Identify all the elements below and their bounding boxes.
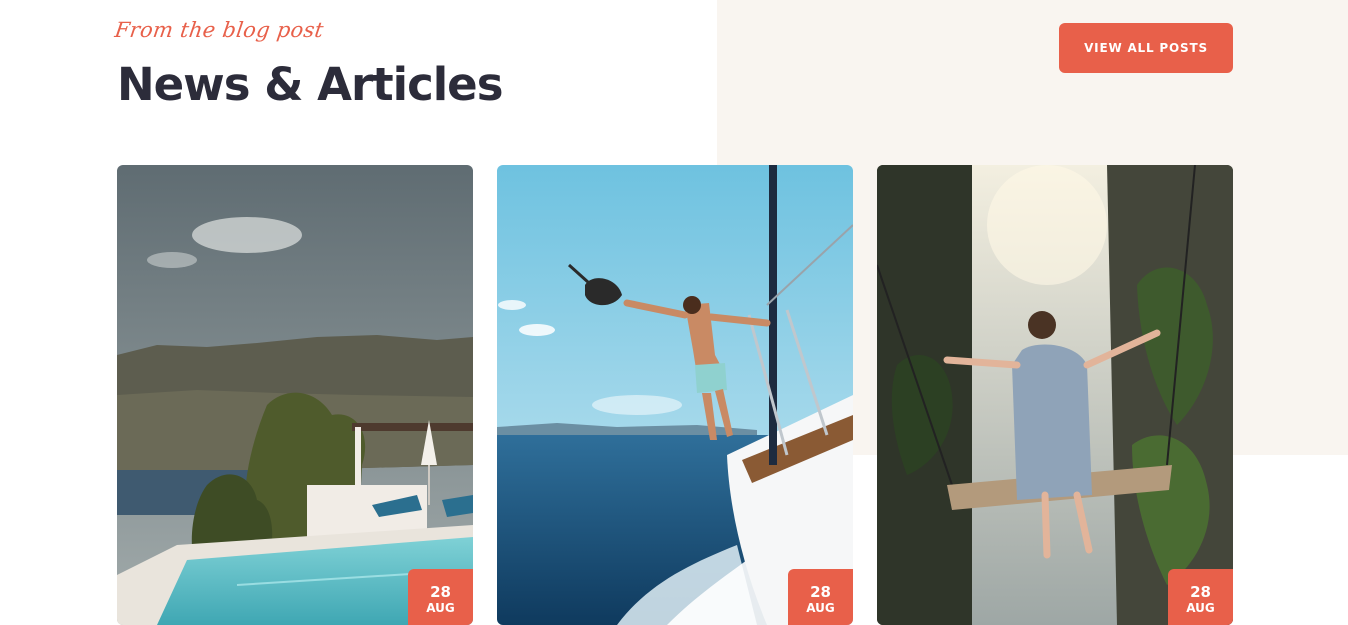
blog-card-image-waterfall-swing (877, 165, 1233, 625)
blog-card-3[interactable]: 28 AUG (877, 165, 1233, 625)
post-date-day: 28 (810, 583, 831, 601)
post-date-month: AUG (426, 601, 455, 615)
post-date-month: AUG (1186, 601, 1215, 615)
blog-card-image-resort (117, 165, 473, 625)
post-date-month: AUG (806, 601, 835, 615)
section-tagline: From the blog post (113, 18, 326, 42)
post-date-badge: 28 AUG (1168, 569, 1233, 625)
view-all-posts-button[interactable]: VIEW ALL POSTS (1059, 23, 1233, 73)
blog-card-image-sailboat (497, 165, 853, 625)
blog-card-2[interactable]: 28 AUG (497, 165, 853, 625)
section-title: News & Articles (117, 58, 503, 111)
post-date-day: 28 (1190, 583, 1211, 601)
post-date-badge: 28 AUG (788, 569, 853, 625)
post-date-badge: 28 AUG (408, 569, 473, 625)
post-date-day: 28 (430, 583, 451, 601)
blog-card-1[interactable]: 28 AUG (117, 165, 473, 625)
